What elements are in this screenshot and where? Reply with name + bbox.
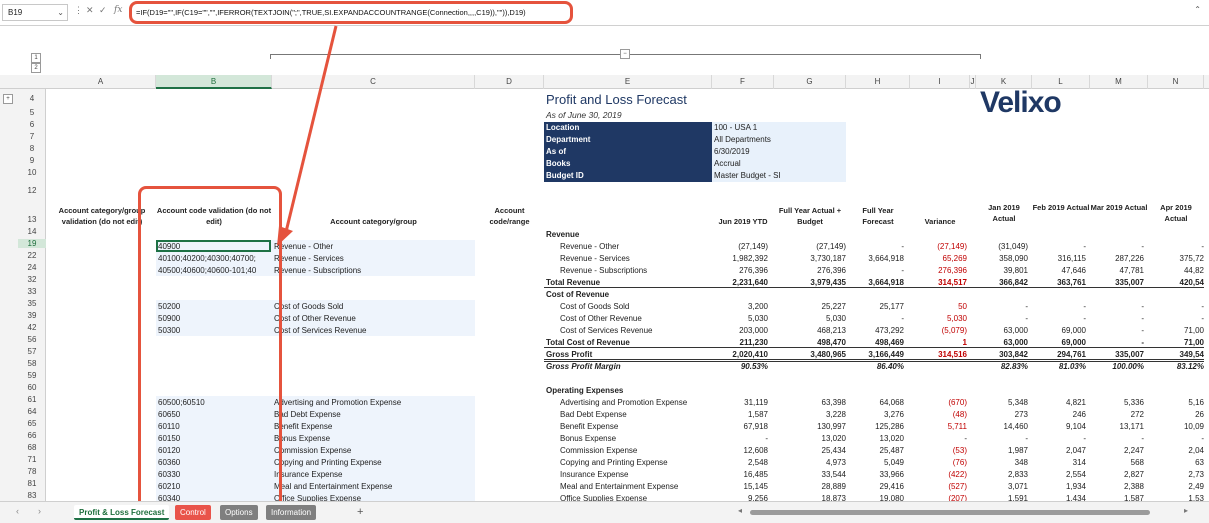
tab-information[interactable]: Information bbox=[266, 505, 317, 520]
scroll-right-icon[interactable]: ▸ bbox=[1184, 506, 1188, 515]
annotation-arrow-head bbox=[277, 226, 293, 246]
tab-scroll-left-icon[interactable]: ‹ bbox=[16, 506, 19, 516]
annotation-arrow bbox=[277, 25, 338, 246]
tab-options[interactable]: Options bbox=[220, 505, 258, 520]
tab-scroll-right-icon[interactable]: › bbox=[38, 506, 41, 516]
add-sheet-button[interactable]: + bbox=[352, 505, 368, 520]
annotation-arrow-line bbox=[283, 25, 338, 237]
scroll-left-icon[interactable]: ◂ bbox=[738, 506, 742, 515]
horizontal-scrollbar[interactable]: ◂ ▸ bbox=[738, 506, 1188, 517]
tab-control[interactable]: Control bbox=[175, 505, 211, 520]
tab-profit-loss-forecast[interactable]: Profit & Loss Forecast bbox=[74, 505, 170, 520]
scrollbar-thumb[interactable] bbox=[750, 510, 1150, 515]
sheet-tab-bar: ‹ › Profit & Loss Forecast Control Optio… bbox=[0, 501, 1209, 523]
